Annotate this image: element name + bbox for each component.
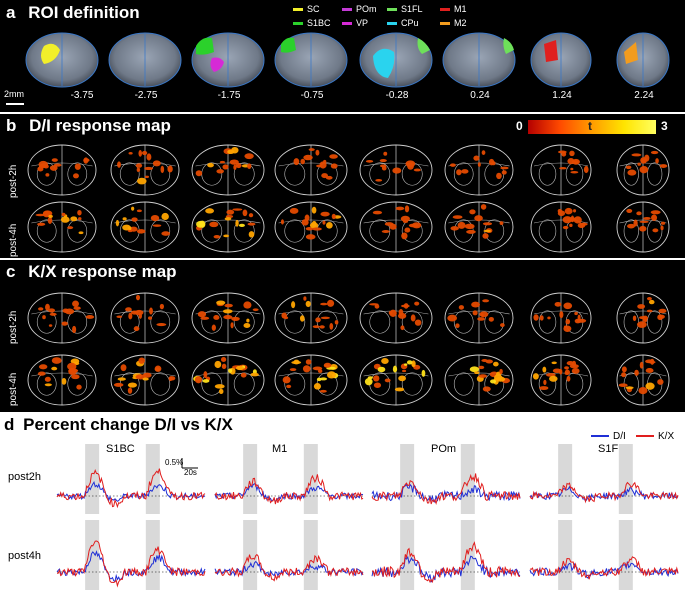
- roi-slice-7: [530, 32, 592, 88]
- stim-block: [303, 520, 318, 590]
- coord-3: -1.75: [217, 90, 241, 101]
- panel-c: c K/X response map post-2h post-4h: [0, 260, 685, 412]
- response-slice: [110, 292, 180, 344]
- response-slice: [530, 354, 592, 406]
- panel-d: d Percent change D/I vs K/X D/I K/X post…: [0, 412, 685, 603]
- response-slice: [110, 354, 180, 406]
- response-slice: [191, 354, 265, 406]
- timecourse-line: [56, 468, 206, 509]
- stim-block: [460, 520, 475, 590]
- response-slice: [110, 201, 180, 253]
- response-slice: [444, 144, 514, 196]
- stim-block: [400, 444, 415, 514]
- stim-block: [558, 444, 573, 514]
- response-slice: [274, 144, 348, 196]
- timecourse-plots: [56, 444, 679, 590]
- c-response-slices: [27, 292, 670, 406]
- response-slice: [274, 354, 348, 406]
- b-response-slices: [27, 144, 670, 253]
- response-slice: [444, 292, 514, 344]
- response-slice: [110, 144, 180, 196]
- timecourse-line: [56, 550, 206, 583]
- timecourse-line: [57, 540, 206, 588]
- response-slice: [27, 354, 97, 406]
- response-slice: [616, 144, 670, 196]
- roi-slice-3: [191, 32, 265, 88]
- response-slice: [191, 201, 265, 253]
- roi-slice-1: [25, 32, 99, 88]
- stim-block: [145, 444, 160, 514]
- timecourse-line: [214, 483, 364, 503]
- response-slice: [191, 144, 265, 196]
- response-slice: [27, 144, 97, 196]
- response-slice: [444, 354, 514, 406]
- timecourse-line: [214, 553, 364, 582]
- roi-slice-4: [274, 32, 348, 88]
- response-slice: [359, 201, 433, 253]
- timecourse-line: [529, 485, 679, 503]
- coord-6: 0.24: [470, 90, 490, 101]
- coord-5: -0.28: [385, 90, 409, 101]
- panel-b: b D/I response map 0 t 3 post-2h post-4h: [0, 114, 685, 258]
- response-slice: [191, 292, 265, 344]
- timecourse-line: [214, 474, 364, 505]
- stim-block: [85, 444, 100, 514]
- coord-8: 2.24: [634, 90, 654, 101]
- response-slice: [444, 201, 514, 253]
- panel-a: a ROI definition SC S1BC POm VP S1FL CPu…: [0, 0, 685, 112]
- response-slice: [616, 292, 670, 344]
- roi-slice-2: [108, 32, 182, 88]
- stim-block: [618, 444, 633, 514]
- timecourse-line: [371, 541, 521, 584]
- coord-4: -0.75: [300, 90, 324, 101]
- coord-2: -2.75: [134, 90, 158, 101]
- response-slice: [27, 201, 97, 253]
- scale-bar-label: 2mm: [4, 89, 24, 99]
- response-slice: [616, 201, 670, 253]
- roi-slice-5: [359, 32, 433, 88]
- response-slice: [27, 292, 97, 344]
- response-slice: [274, 201, 348, 253]
- timecourse-line: [371, 473, 521, 506]
- stim-block: [558, 520, 573, 590]
- timecourse-line: [529, 556, 679, 580]
- response-slice: [359, 144, 433, 196]
- response-slice: [359, 292, 433, 344]
- coord-1: -3.75: [70, 90, 94, 101]
- response-slice: [274, 292, 348, 344]
- coord-7: 1.24: [552, 90, 572, 101]
- response-slice: [530, 292, 592, 344]
- roi-slice-6: [442, 32, 516, 88]
- response-slice: [616, 354, 670, 406]
- response-slice: [530, 201, 592, 253]
- stim-block: [618, 520, 633, 590]
- response-slice: [359, 354, 433, 406]
- response-slice: [530, 144, 592, 196]
- roi-slice-8: [616, 32, 670, 88]
